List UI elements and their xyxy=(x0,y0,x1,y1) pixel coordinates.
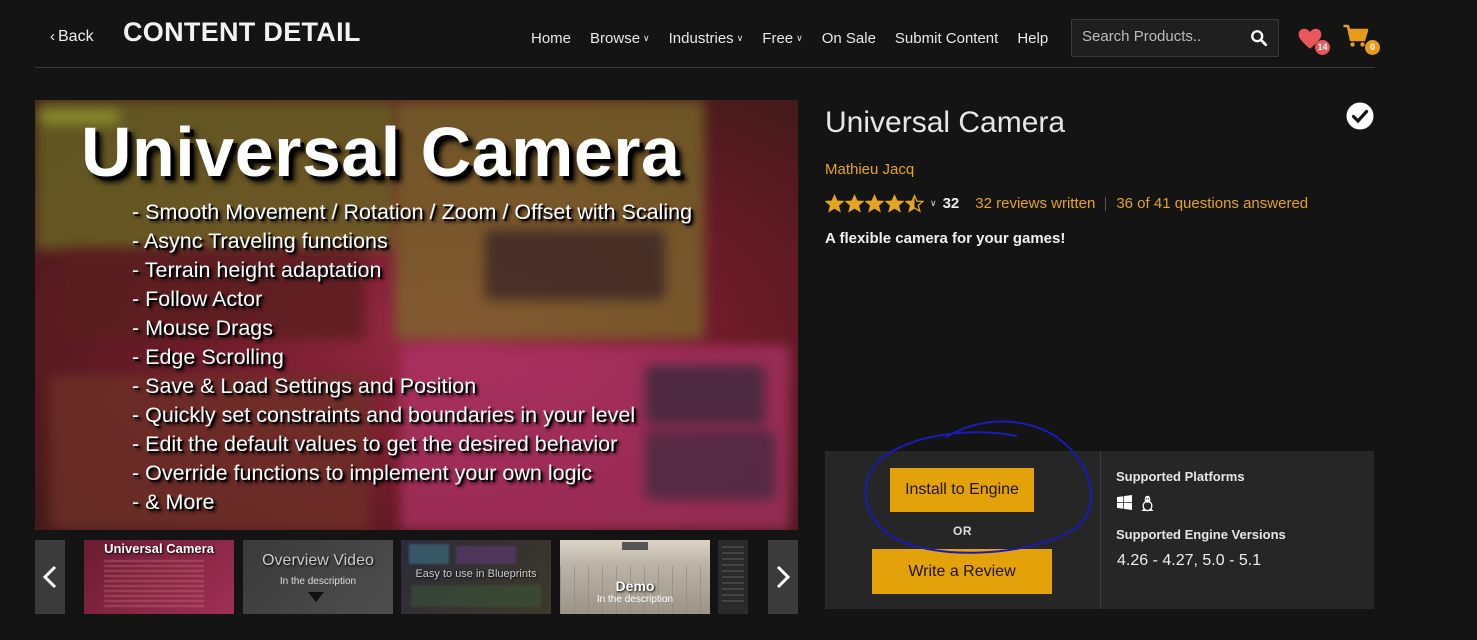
star-icon xyxy=(845,194,864,213)
feature-item: - Async Traveling functions xyxy=(132,229,388,253)
thumbnail-5[interactable] xyxy=(718,540,748,614)
blurred-panel xyxy=(411,585,541,607)
platform-icons xyxy=(1117,495,1155,512)
nav-on-sale[interactable]: On Sale xyxy=(822,30,876,47)
questions-link[interactable]: 36 of 41 questions answered xyxy=(1116,195,1308,212)
star-icon xyxy=(905,194,924,213)
engine-versions-value: 4.26 - 4.27, 5.0 - 5.1 xyxy=(1117,552,1262,569)
feature-item: - Edge Scrolling xyxy=(132,345,284,369)
linux-icon xyxy=(1141,495,1154,512)
feature-item: - Follow Actor xyxy=(132,287,263,311)
search-box xyxy=(1071,19,1279,57)
thumbnail-label: Overview Video xyxy=(262,552,374,569)
gallery-prev-button[interactable] xyxy=(35,540,65,614)
feature-item: - Edit the default values to get the des… xyxy=(132,432,618,456)
hero-image[interactable]: Universal Camera - Smooth Movement / Rot… xyxy=(35,100,798,530)
thumbnail-1[interactable]: Universal Camera xyxy=(84,540,234,614)
chevron-right-icon xyxy=(776,565,791,589)
star-icon xyxy=(865,194,884,213)
back-button[interactable]: ‹ Back xyxy=(50,28,94,46)
chevron-down-icon[interactable]: ∨ xyxy=(930,198,937,209)
arrow-down-icon xyxy=(308,592,324,602)
header-divider xyxy=(35,67,1375,68)
nav-home[interactable]: Home xyxy=(531,30,571,47)
cart-count-badge: 0 xyxy=(1365,40,1380,55)
owned-check-icon xyxy=(1346,102,1374,130)
back-label: Back xyxy=(58,28,94,45)
nav-help[interactable]: Help xyxy=(1017,30,1048,47)
supported-platforms-title: Supported Platforms xyxy=(1116,469,1245,484)
feature-list: - Smooth Movement / Rotation / Zoom / Of… xyxy=(132,198,692,517)
demo-object xyxy=(622,542,648,550)
chevron-down-icon: ∨ xyxy=(796,33,803,43)
gallery-next-button[interactable] xyxy=(768,540,798,614)
product-tagline: A flexible camera for your games! xyxy=(825,230,1066,247)
feature-item: - Override functions to implement your o… xyxy=(132,461,593,485)
thumbnail-2[interactable]: Overview Video In the description xyxy=(243,540,393,614)
or-label: OR xyxy=(953,524,972,538)
feature-item: - Quickly set constraints and boundaries… xyxy=(132,403,636,427)
search-input[interactable] xyxy=(1082,28,1247,45)
feature-item: - Smooth Movement / Rotation / Zoom / Of… xyxy=(132,200,693,224)
action-panel: Install to Engine OR Write a Review Supp… xyxy=(825,451,1374,609)
write-review-button[interactable]: Write a Review xyxy=(872,549,1052,594)
product-name: Universal Camera xyxy=(825,106,1066,139)
chevron-left-icon: ‹ xyxy=(50,28,55,45)
thumbnail-label: Universal Camera xyxy=(104,541,214,556)
thumbnail-label: Demo xyxy=(615,578,655,594)
chevron-down-icon: ∨ xyxy=(643,33,650,43)
thumbnail-3[interactable]: Easy to use in Blueprints xyxy=(401,540,551,614)
nav-submit-content[interactable]: Submit Content xyxy=(895,30,998,47)
wishlist-count-badge: 14 xyxy=(1315,40,1330,55)
top-bar: ‹ Back CONTENT DETAIL Home Browse ∨ Indust… xyxy=(0,0,1477,68)
chevron-down-icon: ∨ xyxy=(736,33,744,43)
panel-divider xyxy=(1100,451,1101,609)
author-link[interactable]: Mathieu Jacq xyxy=(825,161,914,178)
thumbnail-label: Easy to use in Blueprints xyxy=(415,568,537,580)
blurred-panel xyxy=(456,546,516,564)
windows-icon xyxy=(1117,495,1132,510)
feature-item: - Terrain height adaptation xyxy=(132,258,382,282)
feature-item: - Mouse Drags xyxy=(132,316,273,340)
nav-free[interactable]: Free ∨ xyxy=(762,30,802,47)
install-to-engine-button[interactable]: Install to Engine xyxy=(890,468,1034,512)
blurred-text xyxy=(722,546,744,606)
nav-industries[interactable]: Industries ∨ xyxy=(669,30,744,47)
thumbnail-sub: In the description xyxy=(279,576,357,587)
rating-row: ∨ 32 32 reviews written 36 of 41 questio… xyxy=(825,194,1308,213)
hero-title: Universal Camera xyxy=(81,113,681,191)
blurred-text xyxy=(104,560,204,608)
nav-browse[interactable]: Browse ∨ xyxy=(590,30,650,47)
thumbnail-4[interactable]: Demo In the description xyxy=(560,540,710,614)
rating-count: 32 xyxy=(942,195,960,212)
search-icon[interactable] xyxy=(1250,29,1268,47)
thumbnail-sub: In the description xyxy=(596,594,674,605)
engine-versions-title: Supported Engine Versions xyxy=(1116,527,1286,542)
chevron-left-icon xyxy=(42,565,57,589)
feature-item: - & More xyxy=(132,490,215,514)
blurred-panel xyxy=(409,544,449,564)
star-icon xyxy=(885,194,904,213)
page-title: CONTENT DETAIL xyxy=(123,17,361,47)
star-icon xyxy=(825,194,844,213)
separator xyxy=(1105,196,1107,211)
main-nav: Home Browse ∨ Industries ∨ Free ∨ On Sale S… xyxy=(531,30,1048,47)
feature-item: - Save & Load Settings and Position xyxy=(132,374,477,398)
reviews-link[interactable]: 32 reviews written xyxy=(975,195,1095,212)
rating-stars[interactable] xyxy=(825,194,924,213)
